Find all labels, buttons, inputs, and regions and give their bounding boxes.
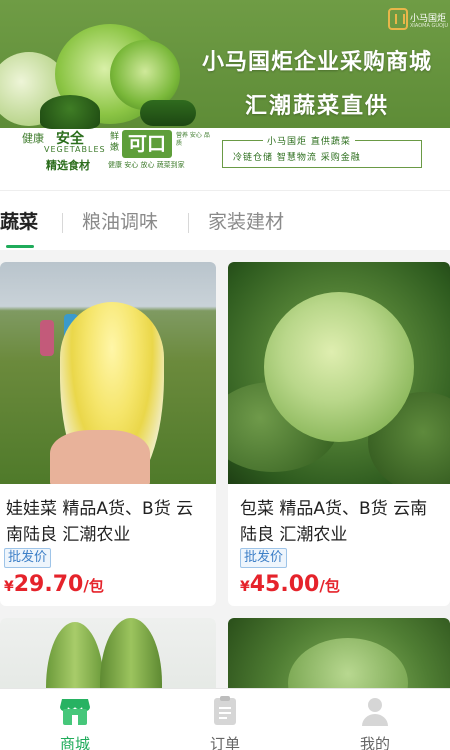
service-box-items: 冷链仓储 智慧物流 采购金融 bbox=[233, 153, 361, 163]
tab-vegetables[interactable]: 蔬菜 bbox=[0, 207, 38, 234]
price-unit: /包 bbox=[83, 577, 104, 595]
brand-logo-subtext: XIAOMA GUOJU bbox=[410, 23, 449, 29]
tab-divider bbox=[188, 213, 189, 233]
broccoli-illustration bbox=[40, 95, 100, 129]
currency-symbol: ¥ bbox=[240, 579, 250, 595]
profile-icon bbox=[362, 698, 388, 726]
currency-symbol: ¥ bbox=[4, 579, 14, 595]
cabbage-head-illustration bbox=[264, 292, 414, 442]
nav-mall[interactable]: 商城 bbox=[0, 689, 150, 750]
tab-home-building[interactable]: 家装建材 bbox=[208, 207, 284, 234]
service-box-title: 小马国炬 直供蔬菜 bbox=[263, 134, 355, 147]
nav-label: 我的 bbox=[359, 735, 390, 750]
promo-banner[interactable]: 小马国炬 XIAOMA GUOJU 小马国炬企业采购商城 汇潮蔬菜直供 健康 安… bbox=[0, 0, 450, 190]
category-tabs: 蔬菜 粮油调味 家装建材 bbox=[0, 190, 450, 250]
nav-profile[interactable]: 我的 bbox=[300, 689, 450, 750]
slogan-side: 营养 安心 品质 bbox=[176, 132, 210, 147]
product-price: ¥29.70/包 bbox=[4, 572, 104, 597]
tab-divider bbox=[62, 213, 63, 233]
slogan-health: 健康 bbox=[22, 132, 44, 145]
price-value: 29.70 bbox=[13, 572, 84, 597]
banner-slogan-left: 健康 安全 VEGETABLES 精选食材 鲜嫩 可口 营养 安心 品质 健康 … bbox=[18, 130, 210, 172]
mall-page: 小马国炬 XIAOMA GUOJU 小马国炬企业采购商城 汇潮蔬菜直供 健康 安… bbox=[0, 0, 450, 750]
product-card[interactable]: 包菜 精品A货、B货 云南陆良 汇潮农业 批发价 ¥45.00/包 bbox=[228, 262, 450, 606]
field-worker-illustration bbox=[40, 320, 54, 356]
product-image bbox=[228, 262, 450, 484]
banner-service-box: 小马国炬 直供蔬菜 冷链仓储 智慧物流 采购金融 bbox=[222, 134, 422, 168]
product-title: 包菜 精品A货、B货 云南陆良 汇潮农业 bbox=[240, 499, 428, 545]
price-unit: /包 bbox=[319, 577, 340, 595]
store-icon bbox=[60, 699, 90, 725]
banner-subtitle: 汇潮蔬菜直供 bbox=[244, 94, 389, 119]
active-tab-indicator bbox=[6, 245, 34, 248]
slogan-kekou: 可口 bbox=[122, 130, 172, 158]
tab-grain-oil[interactable]: 粮油调味 bbox=[82, 207, 158, 234]
slogan-fresh: 鲜嫩 bbox=[110, 132, 120, 153]
brand-logo-icon bbox=[388, 8, 408, 30]
product-image bbox=[0, 262, 216, 484]
slogan-small: 健康 安心 放心 蔬菜到家 bbox=[108, 161, 185, 169]
nav-label: 订单 bbox=[209, 735, 240, 750]
product-price: ¥45.00/包 bbox=[240, 572, 340, 597]
order-icon bbox=[214, 696, 236, 725]
hand-illustration bbox=[50, 430, 150, 484]
nav-label: 商城 bbox=[59, 735, 90, 750]
product-title: 娃娃菜 精品A货、B货 云南陆良 汇潮农业 bbox=[6, 499, 194, 545]
price-value: 45.00 bbox=[249, 572, 320, 597]
bottom-navigation: 商城 订单 我的 bbox=[0, 688, 450, 750]
product-card[interactable]: 娃娃菜 精品A货、B货 云南陆良 汇潮农业 批发价 ¥29.70/包 bbox=[0, 262, 216, 606]
cucumber-illustration bbox=[140, 100, 196, 126]
slogan-select: 精选食材 bbox=[46, 159, 90, 172]
banner-title: 小马国炬企业采购商城 bbox=[201, 50, 432, 75]
nav-orders[interactable]: 订单 bbox=[150, 689, 300, 750]
wholesale-price-tag: 批发价 bbox=[240, 548, 288, 568]
wholesale-price-tag: 批发价 bbox=[4, 548, 52, 568]
slogan-vegetables: VEGETABLES bbox=[44, 145, 106, 154]
